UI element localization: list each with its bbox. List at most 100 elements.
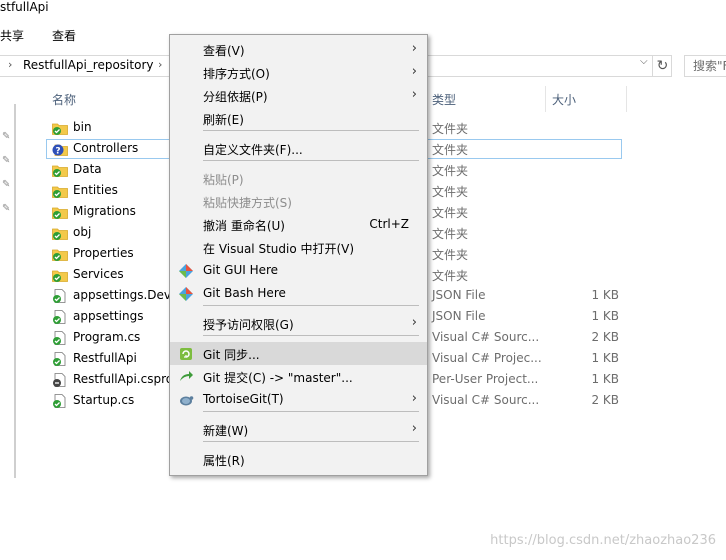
file-git-icon bbox=[52, 310, 68, 324]
file-type: 文件夹 bbox=[432, 185, 469, 199]
file-name[interactable]: appsettings bbox=[73, 309, 143, 323]
file-modified-icon bbox=[52, 373, 68, 387]
menu-item-label: 粘贴快捷方式(S) bbox=[203, 196, 292, 210]
file-name[interactable]: Program.cs bbox=[73, 330, 140, 344]
menu-item[interactable]: 粘贴(P) bbox=[170, 167, 427, 190]
file-git-icon bbox=[52, 394, 68, 408]
menu-item[interactable]: Git GUI Here bbox=[170, 259, 427, 282]
pin-icon: ✎ bbox=[2, 155, 11, 166]
file-name[interactable]: Startup.cs bbox=[73, 393, 134, 407]
file-name[interactable]: bin bbox=[73, 120, 92, 134]
file-type: JSON File bbox=[432, 288, 486, 302]
file-type: 文件夹 bbox=[432, 122, 469, 136]
menu-item-label: 授予访问权限(G) bbox=[203, 318, 294, 332]
file-size: 2 KB bbox=[591, 330, 619, 344]
submenu-arrow-icon: › bbox=[411, 64, 417, 79]
file-name[interactable]: Migrations bbox=[73, 204, 136, 218]
menu-item[interactable]: TortoiseGit(T) › bbox=[170, 388, 427, 411]
menu-item-label: Git 同步... bbox=[203, 348, 260, 362]
menu-item-label: Git 提交(C) -> "master"... bbox=[203, 371, 353, 385]
file-type: JSON File bbox=[432, 309, 486, 323]
nav-scrollbar[interactable] bbox=[14, 104, 16, 478]
file-name[interactable]: appsettings.Deve bbox=[73, 288, 178, 302]
folder-git-icon bbox=[52, 226, 68, 240]
file-git-icon bbox=[52, 331, 68, 345]
file-name[interactable]: RestfullApi.csproj bbox=[73, 372, 176, 386]
menu-separator bbox=[203, 411, 419, 412]
file-size: 1 KB bbox=[591, 288, 619, 302]
address-path[interactable]: RestfullApi_repository bbox=[23, 58, 153, 72]
folder-git-icon bbox=[52, 268, 68, 282]
menu-separator bbox=[203, 305, 419, 306]
git-commit-icon bbox=[178, 369, 194, 385]
menu-item[interactable]: 分组依据(P) › bbox=[170, 84, 427, 107]
column-header-type[interactable]: 类型 bbox=[432, 91, 456, 108]
menu-separator bbox=[203, 441, 419, 442]
folder-git-icon bbox=[52, 184, 68, 198]
file-size: 1 KB bbox=[591, 351, 619, 365]
menu-item-shortcut: Ctrl+Z bbox=[369, 217, 409, 231]
folder-git-icon bbox=[52, 247, 68, 261]
file-type: 文件夹 bbox=[432, 143, 469, 157]
menu-item[interactable]: 撤消 重命名(U) Ctrl+Z bbox=[170, 213, 427, 236]
menu-item-label: TortoiseGit(T) bbox=[203, 392, 284, 406]
window-title: stfullApi bbox=[0, 0, 49, 14]
menu-item-label: 属性(R) bbox=[203, 454, 245, 468]
menu-item-label: 刷新(E) bbox=[203, 113, 244, 127]
refresh-button[interactable]: ↻ bbox=[652, 55, 672, 77]
menu-item[interactable]: 排序方式(O) › bbox=[170, 61, 427, 84]
search-input[interactable]: 搜索"F bbox=[684, 55, 726, 77]
context-menu: 查看(V) › 排序方式(O) › 分组依据(P) › 刷新(E) 自定义文件夹(F)... 粘… bbox=[169, 34, 428, 476]
file-type: 文件夹 bbox=[432, 248, 469, 262]
file-name[interactable]: Properties bbox=[73, 246, 134, 260]
file-type: Per-User Project... bbox=[432, 372, 539, 386]
chevron-down-icon[interactable]: ⌵ bbox=[640, 56, 648, 67]
file-type: 文件夹 bbox=[432, 227, 469, 241]
pin-icon: ✎ bbox=[2, 203, 11, 214]
ribbon-tab-view[interactable]: 查看 bbox=[52, 27, 76, 44]
chevron-right-icon[interactable]: › bbox=[8, 58, 12, 71]
menu-item[interactable]: 新建(W) › bbox=[170, 418, 427, 441]
menu-item-label: 粘贴(P) bbox=[203, 173, 244, 187]
column-divider[interactable] bbox=[626, 86, 627, 112]
menu-item[interactable]: 自定义文件夹(F)... bbox=[170, 137, 427, 160]
menu-item[interactable]: 粘贴快捷方式(S) bbox=[170, 190, 427, 213]
submenu-arrow-icon: › bbox=[411, 41, 417, 56]
menu-item[interactable]: 授予访问权限(G) › bbox=[170, 312, 427, 335]
file-name[interactable]: obj bbox=[73, 225, 91, 239]
file-name[interactable]: Services bbox=[73, 267, 124, 281]
file-name[interactable]: Data bbox=[73, 162, 102, 176]
file-git-icon bbox=[52, 289, 68, 303]
file-type: 文件夹 bbox=[432, 164, 469, 178]
menu-item-label: Git GUI Here bbox=[203, 263, 279, 277]
menu-item[interactable]: Git 提交(C) -> "master"... bbox=[170, 365, 427, 388]
column-header-name[interactable]: 名称 bbox=[52, 91, 76, 108]
menu-item[interactable]: 在 Visual Studio 中打开(V) bbox=[170, 236, 427, 259]
file-name[interactable]: Entities bbox=[73, 183, 118, 197]
file-type: 文件夹 bbox=[432, 206, 469, 220]
column-divider[interactable] bbox=[545, 86, 546, 112]
file-name[interactable]: Controllers bbox=[73, 141, 138, 155]
git-diamond-icon bbox=[178, 263, 194, 279]
file-git-icon bbox=[52, 352, 68, 366]
navigation-pane[interactable] bbox=[0, 78, 14, 560]
menu-item-label: Git Bash Here bbox=[203, 286, 286, 300]
menu-item[interactable]: Git 同步... bbox=[170, 342, 427, 365]
file-name[interactable]: RestfullApi bbox=[73, 351, 137, 365]
menu-item-label: 排序方式(O) bbox=[203, 67, 270, 81]
menu-item[interactable]: 属性(R) bbox=[170, 448, 427, 471]
svg-text:?: ? bbox=[55, 147, 60, 157]
pin-icon: ✎ bbox=[2, 179, 11, 190]
menu-item[interactable]: 刷新(E) bbox=[170, 107, 427, 130]
ribbon-tab-share[interactable]: 共享 bbox=[0, 27, 24, 44]
chevron-right-icon[interactable]: › bbox=[158, 58, 162, 71]
pin-icon: ✎ bbox=[2, 131, 11, 142]
menu-item[interactable]: 查看(V) › bbox=[170, 38, 427, 61]
menu-item-label: 新建(W) bbox=[203, 424, 249, 438]
column-header-size[interactable]: 大小 bbox=[552, 91, 576, 108]
folder-git-icon bbox=[52, 121, 68, 135]
file-type: Visual C# Projec... bbox=[432, 351, 542, 365]
file-size: 2 KB bbox=[591, 393, 619, 407]
folder-git-icon bbox=[52, 205, 68, 219]
menu-item[interactable]: Git Bash Here bbox=[170, 282, 427, 305]
